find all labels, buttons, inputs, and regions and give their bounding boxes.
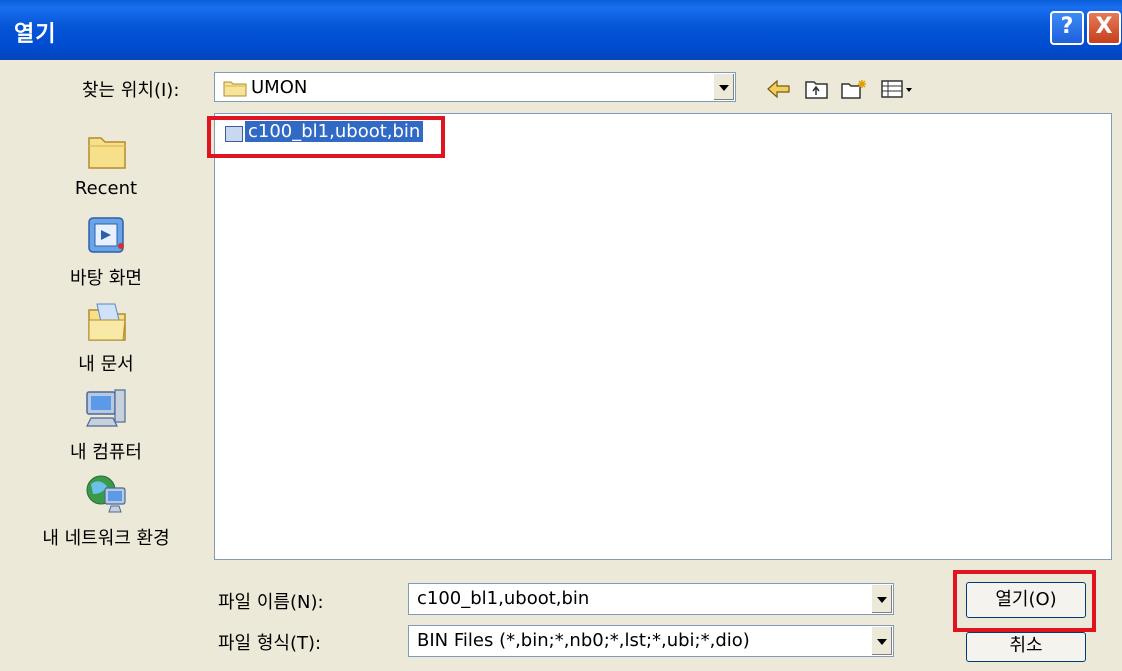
new-folder-icon[interactable] <box>840 78 870 100</box>
filetype-select[interactable]: BIN Files (*,bin;*,nb0;*,lst;*,ubi;*,dio… <box>408 625 894 657</box>
places-bar: Recent 바탕 화면 내 문서 내 컴퓨터 내 네트워크 환경 <box>6 110 206 560</box>
place-label: 내 네트워크 환경 <box>42 528 170 549</box>
window-title: 열기 <box>14 22 57 47</box>
my-documents-icon <box>88 303 126 341</box>
title-bar[interactable]: 열기 ? X <box>0 0 1122 60</box>
close-button[interactable]: X <box>1087 11 1121 45</box>
filetype-label: 파일 형식(T): <box>218 633 322 654</box>
filename-label: 파일 이름(N): <box>218 592 324 613</box>
view-menu-icon[interactable] <box>880 78 916 100</box>
up-folder-icon[interactable] <box>804 78 830 100</box>
folder-icon <box>223 81 247 97</box>
recent-folder-icon <box>88 137 126 169</box>
help-button[interactable]: ? <box>1050 11 1084 45</box>
open-dialog: 열기 ? X 찾는 위치(I): UMON Recent 바탕 화면 내 문서 … <box>0 0 1122 671</box>
highlight-box-open <box>953 570 1096 632</box>
desktop-icon <box>88 217 124 253</box>
place-network[interactable]: 내 네트워크 환경 <box>6 472 206 550</box>
look-in-combo[interactable]: UMON <box>214 72 736 102</box>
file-list[interactable]: c100_bl1,uboot,bin <box>214 113 1112 560</box>
place-recent[interactable]: Recent <box>6 130 206 199</box>
filename-field[interactable]: c100_bl1,uboot,bin <box>408 583 894 615</box>
filename-value: c100_bl1,uboot,bin <box>417 588 590 609</box>
look-in-value: UMON <box>251 77 308 98</box>
look-in-label: 찾는 위치(I): <box>82 80 180 101</box>
chevron-down-icon[interactable] <box>871 585 892 613</box>
place-my-documents[interactable]: 내 문서 <box>6 300 206 376</box>
cancel-button[interactable]: 취소 <box>966 632 1086 662</box>
filetype-value: BIN Files (*,bin;*,nb0;*,lst;*,ubi;*,dio… <box>417 630 750 651</box>
chevron-down-icon[interactable] <box>871 627 892 655</box>
my-computer-icon <box>86 389 126 427</box>
place-my-computer[interactable]: 내 컴퓨터 <box>6 386 206 464</box>
network-icon <box>86 475 126 513</box>
chevron-down-icon[interactable] <box>713 74 734 100</box>
place-label: Recent <box>74 178 138 199</box>
highlight-box-file <box>207 116 445 158</box>
place-desktop[interactable]: 바탕 화면 <box>6 214 206 290</box>
back-icon[interactable] <box>766 78 792 100</box>
place-label: 바탕 화면 <box>70 268 142 289</box>
place-label: 내 컴퓨터 <box>70 442 142 463</box>
place-label: 내 문서 <box>78 354 134 375</box>
